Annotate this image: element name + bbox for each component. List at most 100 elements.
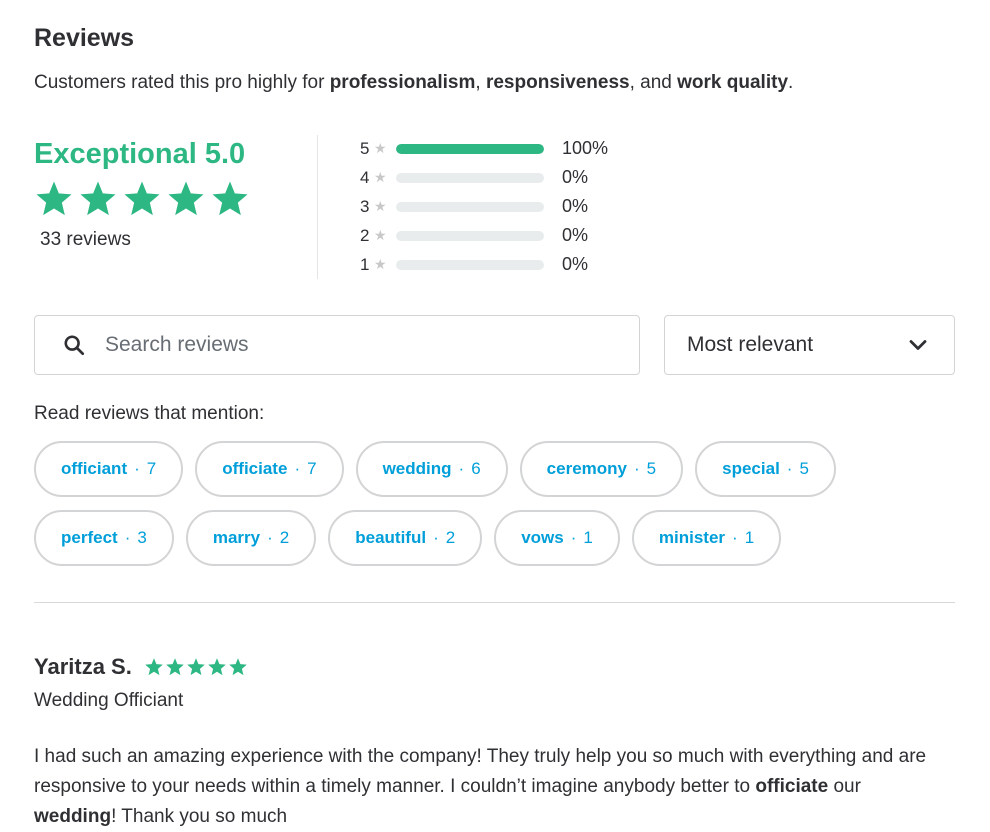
histogram-row: 1 ★ 0% [360,250,608,279]
star-icon: ★ [374,169,387,185]
reviewer-name: Yaritza S. [34,654,132,679]
summary-trait: responsiveness [485,72,630,93]
star-icon [229,658,247,676]
histogram-percent: 100% [562,138,609,158]
chip-keyword: officiate [222,459,288,478]
chip-row: officiant · 7 officiate · 7 wedding · 6 ceremony ·… [34,441,964,497]
summary-trait: professionalism [329,72,476,93]
review-highlight: officiate [755,776,829,797]
chip-separator: · [458,459,465,478]
star-icon [145,658,163,676]
chip-count: 5 [646,459,657,478]
histogram-bar [396,172,544,183]
page-title: Reviews [34,24,135,52]
review-text-segment: ! Thank you so much [111,806,288,827]
histogram-row: 5 ★ 100% [360,134,608,163]
review-highlight: wedding [34,806,112,827]
chip-separator: · [134,459,140,478]
histogram-row: 4 ★ 0% [360,163,608,192]
star-icon [124,181,160,216]
chip-keyword: beautiful [355,528,427,547]
search-input[interactable] [105,333,585,357]
chip-keyword: minister [658,528,726,547]
chip-count: 5 [799,459,809,478]
histogram-bar-fill [396,143,544,154]
chip-separator: · [634,459,640,478]
sort-selected-value: Most relevant [687,333,814,356]
histogram-star-value: 5 [360,138,370,158]
chip-keyword: officiant [61,459,128,478]
star-icon: ★ [374,140,387,156]
chip-count: 1 [583,528,593,547]
mentions-label: Read reviews that mention: [34,403,265,424]
mention-chip[interactable]: officiant · 7 [34,441,184,497]
chip-separator: · [570,528,577,547]
chip-row: perfect · 3 marry · 2 beautiful · 2 vows · 1 ministe… [34,510,964,566]
rating-stars [34,179,250,219]
mention-chip[interactable]: ceremony · 5 [519,441,684,497]
summary-separator: , [475,72,486,93]
chip-separator: · [732,528,738,547]
chip-keyword: special [722,459,780,478]
mention-chip[interactable]: vows · 1 [494,510,620,566]
histogram-bar [396,143,544,154]
star-icon [187,658,205,676]
summary-separator: , and [629,72,678,93]
mention-chip[interactable]: wedding · 6 [355,441,508,497]
chip-separator: · [786,459,793,478]
histogram-row: 2 ★ 0% [360,221,608,250]
search-box[interactable] [34,315,640,375]
summary-suffix: . [788,72,794,93]
rating-histogram: 5 ★ 100% 4 ★ 0% 3 ★ 0% 2 ★ 0% 1 ★ 0% [360,134,608,279]
chip-count: 7 [307,459,317,478]
chip-keyword: ceremony [546,459,627,478]
chip-separator: · [433,528,439,547]
mention-chip[interactable]: minister · 1 [631,510,782,566]
histogram-row: 3 ★ 0% [360,192,608,221]
chip-keyword: wedding [382,459,452,478]
histogram-percent: 0% [562,254,589,274]
histogram-percent: 0% [562,167,589,187]
vertical-divider [317,135,318,279]
histogram-bar [396,230,544,241]
star-icon [168,181,204,216]
star-icon [80,181,116,216]
mention-chip[interactable]: perfect · 3 [34,510,174,566]
review-body: I had such an amazing experience with th… [34,742,934,832]
search-icon [64,335,85,356]
chip-separator: · [294,459,301,478]
chip-count: 3 [137,528,147,547]
chip-count: 1 [744,528,755,547]
review-stars [144,657,248,677]
chip-count: 6 [471,459,481,478]
star-icon [166,658,184,676]
rating-label: Exceptional 5.0 [34,138,246,170]
histogram-star-value: 1 [360,254,370,274]
star-icon [212,181,248,216]
chip-keyword: marry [212,528,261,547]
star-icon: ★ [374,227,387,243]
summary-trait: work quality [677,72,789,93]
chip-separator: · [267,528,273,547]
rating-summary: Customers rated this pro highly for prof… [34,72,793,94]
star-icon [36,181,72,216]
chip-keyword: vows [521,528,564,547]
chip-count: 7 [146,459,157,478]
histogram-star-value: 4 [360,167,370,187]
mention-chip[interactable]: marry · 2 [185,510,317,566]
chip-count: 2 [445,528,456,547]
mention-chip[interactable]: officiate · 7 [195,441,344,497]
histogram-percent: 0% [562,196,589,216]
histogram-star-value: 3 [360,196,370,216]
mention-chip[interactable]: beautiful · 2 [328,510,483,566]
review-service: Wedding Officiant [34,690,184,711]
review-count: 33 reviews [40,229,131,250]
mention-chip[interactable]: special · 5 [695,441,836,497]
review-header: Yaritza S. [34,654,955,680]
star-icon: ★ [374,198,387,214]
chip-keyword: perfect [61,528,118,547]
summary-prefix: Customers rated this pro highly for [34,72,330,93]
sort-dropdown[interactable]: Most relevant [664,315,955,375]
star-icon [208,658,226,676]
review-text-segment: our [828,776,861,797]
